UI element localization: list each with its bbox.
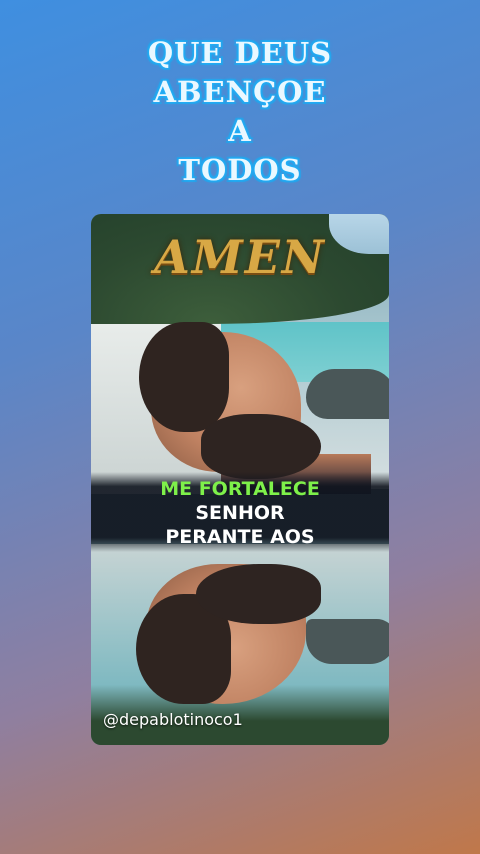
caption-line-3: PERANTE AOS [165,526,315,548]
headline-text: QUE DEUS ABENÇOE A TODOS [0,34,480,190]
caption-line-1: ME FORTALECE [160,478,320,500]
headline-line-3: A [228,114,252,148]
video-player[interactable]: AMEN ME FORTALECE SENHOR PERANTE AOS @de… [91,214,389,745]
headline-line-1: QUE DEUS [147,36,333,70]
caption-line-2: SENHOR [195,502,285,524]
video-caption: ME FORTALECE SENHOR PERANTE AOS [91,477,389,549]
headline-line-2: ABENÇOE [153,75,327,109]
creator-handle: @depablotinoco1 [103,710,243,729]
amen-title: AMEN [154,230,326,284]
headline-line-4: TODOS [178,153,302,187]
